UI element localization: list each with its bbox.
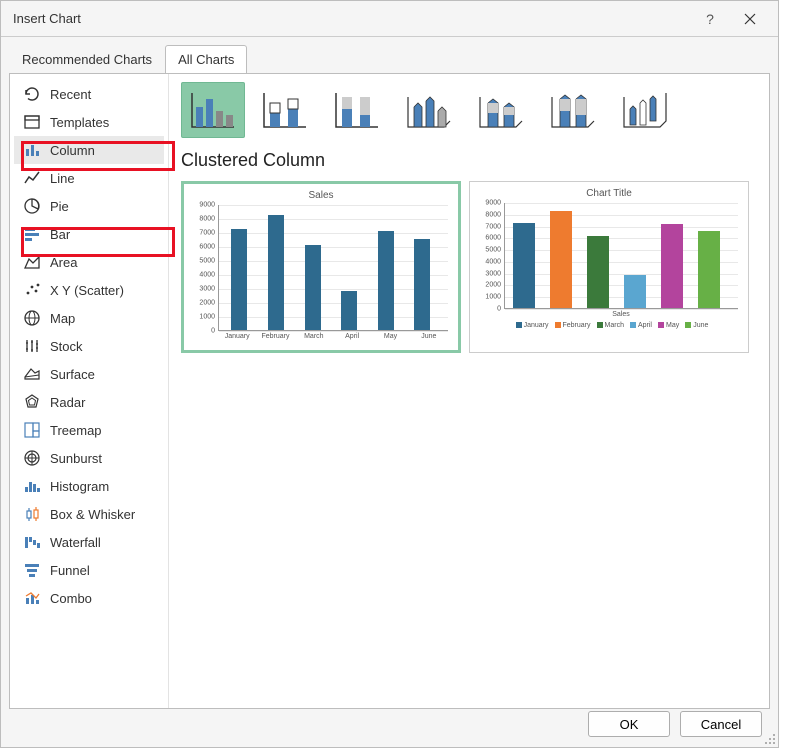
sidebar-item-label: Waterfall: [50, 535, 101, 550]
sidebar-item-label: Recent: [50, 87, 91, 102]
sidebar-item-radar[interactable]: Radar: [14, 388, 164, 416]
ok-button[interactable]: OK: [588, 711, 670, 737]
chart-previews: Sales 0100020003000400050006000700080009…: [181, 181, 761, 353]
x-labels: JanuaryFebruaryMarchAprilMayJune: [218, 333, 448, 340]
insert-chart-dialog: Insert Chart ? Recommended Charts All Ch…: [0, 0, 779, 748]
sidebar-item-label: Stock: [50, 339, 83, 354]
dialog-title: Insert Chart: [13, 11, 690, 26]
titlebar: Insert Chart ?: [1, 1, 778, 37]
sidebar-item-surface[interactable]: Surface: [14, 360, 164, 388]
treemap-icon: [22, 420, 42, 440]
100-stacked-column-icon: [332, 89, 382, 131]
sidebar-item-bar[interactable]: Bar: [14, 220, 164, 248]
sidebar-item-label: Map: [50, 311, 75, 326]
sidebar-item-histogram[interactable]: Histogram: [14, 472, 164, 500]
main-panel: Clustered Column Sales 01000200030004000…: [169, 74, 769, 708]
sidebar-item-label: Pie: [50, 199, 69, 214]
sidebar-item-waterfall[interactable]: Waterfall: [14, 528, 164, 556]
dialog-footer: OK Cancel: [588, 711, 762, 737]
radar-icon: [22, 392, 42, 412]
subtype-3d-100-stacked-column[interactable]: [541, 82, 605, 138]
tab-all-charts[interactable]: All Charts: [165, 45, 247, 73]
sidebar-item-box-whisker[interactable]: Box & Whisker: [14, 500, 164, 528]
sidebar-item-label: Combo: [50, 591, 92, 606]
histogram-icon: [22, 476, 42, 496]
sidebar-item-line[interactable]: Line: [14, 164, 164, 192]
legend: JanuaryFebruaryMarchAprilMayJune: [470, 322, 748, 329]
chart-area: 0100020003000400050006000700080009000: [504, 203, 738, 309]
sidebar-item-combo[interactable]: Combo: [14, 584, 164, 612]
area-icon: [22, 252, 42, 272]
sidebar-item-funnel[interactable]: Funnel: [14, 556, 164, 584]
close-icon: [744, 13, 756, 25]
sidebar-item-label: X Y (Scatter): [50, 283, 124, 298]
x-axis-label: Sales: [504, 311, 738, 318]
stacked-column-icon: [260, 89, 310, 131]
sidebar-item-templates[interactable]: Templates: [14, 108, 164, 136]
close-button[interactable]: [730, 5, 770, 33]
sunburst-icon: [22, 448, 42, 468]
surface-icon: [22, 364, 42, 384]
recent-icon: [22, 84, 42, 104]
bar-icon: [22, 224, 42, 244]
clustered-column-icon: [188, 89, 238, 131]
sidebar-item-label: Sunburst: [50, 451, 102, 466]
subtype-3d-stacked-column[interactable]: [469, 82, 533, 138]
chart-category-sidebar: Recent Templates Column Line Pie Bar: [10, 74, 169, 708]
sidebar-item-label: Surface: [50, 367, 95, 382]
sidebar-item-label: Area: [50, 255, 77, 270]
3d-100-stacked-column-icon: [548, 89, 598, 131]
sidebar-item-label: Box & Whisker: [50, 507, 135, 522]
templates-icon: [22, 112, 42, 132]
chart-preview-1[interactable]: Sales 0100020003000400050006000700080009…: [181, 181, 461, 353]
sidebar-item-label: Templates: [50, 115, 109, 130]
content-area: Recent Templates Column Line Pie Bar: [9, 73, 770, 709]
sidebar-item-label: Bar: [50, 227, 70, 242]
sidebar-item-label: Histogram: [50, 479, 109, 494]
scatter-icon: [22, 280, 42, 300]
sidebar-item-sunburst[interactable]: Sunburst: [14, 444, 164, 472]
subtype-3d-column[interactable]: [613, 82, 677, 138]
subtype-3d-clustered-column[interactable]: [397, 82, 461, 138]
subtype-100-stacked-column[interactable]: [325, 82, 389, 138]
sidebar-item-stock[interactable]: Stock: [14, 332, 164, 360]
help-button[interactable]: ?: [690, 5, 730, 33]
sidebar-item-label: Column: [50, 143, 95, 158]
funnel-icon: [22, 560, 42, 580]
tab-strip: Recommended Charts All Charts: [1, 37, 778, 73]
sidebar-item-treemap[interactable]: Treemap: [14, 416, 164, 444]
column-icon: [22, 140, 42, 160]
waterfall-icon: [22, 532, 42, 552]
3d-stacked-column-icon: [476, 89, 526, 131]
sidebar-item-map[interactable]: Map: [14, 304, 164, 332]
box-whisker-icon: [22, 504, 42, 524]
pie-icon: [22, 196, 42, 216]
3d-clustered-column-icon: [404, 89, 454, 131]
map-icon: [22, 308, 42, 328]
tab-recommended-charts[interactable]: Recommended Charts: [9, 45, 165, 73]
sidebar-item-recent[interactable]: Recent: [14, 80, 164, 108]
chart-preview-2[interactable]: Chart Title 0100020003000400050006000700…: [469, 181, 749, 353]
line-icon: [22, 168, 42, 188]
sidebar-item-column[interactable]: Column: [14, 136, 164, 164]
chart-area: 0100020003000400050006000700080009000: [218, 205, 448, 331]
sidebar-item-pie[interactable]: Pie: [14, 192, 164, 220]
preview-title: Chart Title: [470, 182, 748, 203]
3d-column-icon: [620, 89, 670, 131]
stock-icon: [22, 336, 42, 356]
chart-type-title: Clustered Column: [181, 150, 761, 171]
resize-grip-icon[interactable]: [762, 731, 776, 745]
sidebar-item-label: Treemap: [50, 423, 102, 438]
sidebar-item-label: Funnel: [50, 563, 90, 578]
combo-icon: [22, 588, 42, 608]
subtype-stacked-column[interactable]: [253, 82, 317, 138]
cancel-button[interactable]: Cancel: [680, 711, 762, 737]
subtype-clustered-column[interactable]: [181, 82, 245, 138]
sidebar-item-label: Radar: [50, 395, 85, 410]
sidebar-item-scatter[interactable]: X Y (Scatter): [14, 276, 164, 304]
sidebar-item-area[interactable]: Area: [14, 248, 164, 276]
sidebar-item-label: Line: [50, 171, 75, 186]
preview-title: Sales: [184, 184, 458, 205]
chart-subtype-row: [181, 82, 761, 138]
